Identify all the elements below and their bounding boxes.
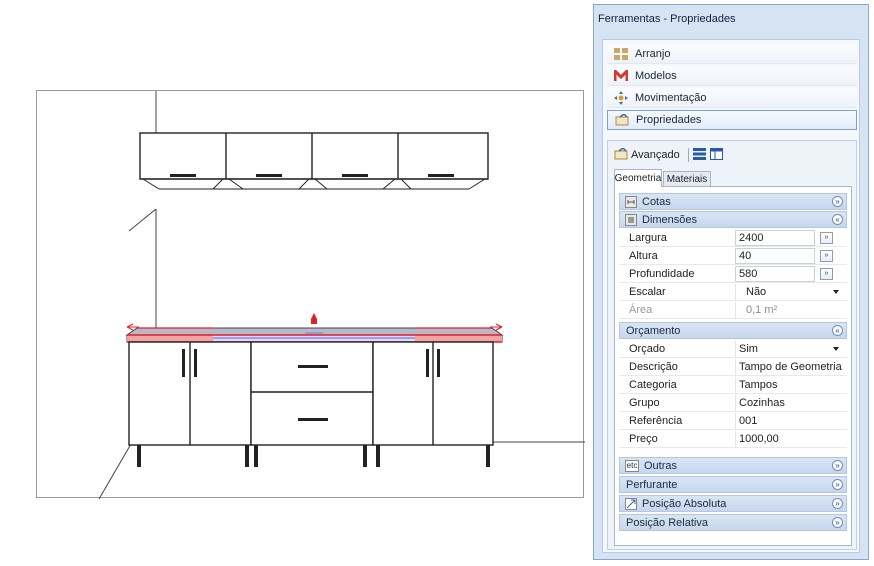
section-label-outras: Outras [644,459,678,472]
section-label-dimensoes: Dimensões [642,213,698,226]
tab-materiais[interactable]: Materiais [663,171,711,186]
prop-row-referencia: Referência 001 [619,413,847,430]
dimensoes-icon [624,213,638,226]
section-perfurante[interactable]: Perfurante » [619,476,847,493]
tab-geometria[interactable]: Geometria [614,169,662,187]
list-view-icon[interactable] [692,147,706,163]
properties-icon [614,113,630,127]
nav-item-modelos[interactable]: Modelos [607,66,857,86]
dropdown-arrow-icon[interactable] [833,290,839,294]
nav-label-propriedades: Propriedades [636,114,702,126]
properties-small-icon [614,146,628,163]
prop-label: Escalar [629,286,666,298]
countertop-selected[interactable] [125,313,504,343]
section-posicao-relativa[interactable]: Posição Relativa » [619,514,847,531]
area-value: 0,1 m² [735,302,843,318]
prop-label: Descrição [629,361,678,373]
section-orcamento[interactable]: Orçamento « [619,322,847,339]
advanced-box: Avançado Geometria Materiais Cotas » Dim… [607,140,857,550]
prop-label: Referência [629,415,683,427]
orcado-select[interactable]: Sim [735,341,843,357]
section-label-posicao-absoluta: Posição Absoluta [642,497,727,510]
prop-label: Altura [629,250,658,262]
more-button[interactable]: » [820,232,833,244]
expand-chevron-icon[interactable]: » [832,196,843,207]
floor-diagonal [98,443,132,499]
section-label-orcamento: Orçamento [626,324,681,337]
nav-label-movimentacao: Movimentação [635,91,707,104]
prop-row-preco: Preço 1000,00 [619,431,847,448]
largura-input[interactable]: 2400 [735,230,815,246]
panel-title: Ferramentas - Propriedades [598,13,736,25]
more-button[interactable]: » [820,268,833,280]
expand-chevron-icon[interactable]: » [832,460,843,471]
models-icon [613,69,629,83]
preco-field[interactable]: 1000,00 [735,431,843,447]
grupo-field[interactable]: Cozinhas [735,395,843,411]
geometry-tab-content: Cotas » Dimensões « Largura 2400 » Altur… [614,186,852,546]
section-label-perfurante: Perfurante [626,478,678,491]
move-handle-icon [311,313,317,319]
prop-row-largura: Largura 2400 » [619,230,847,247]
section-dimensoes[interactable]: Dimensões « [619,211,847,228]
escalar-value: Não [746,286,767,298]
prop-row-descricao: Descrição Tampo de Geometria [619,359,847,376]
altura-input[interactable]: 40 [735,248,815,264]
nav-label-arranjo: Arranjo [635,47,671,60]
cotas-icon [624,195,638,208]
advanced-label[interactable]: Avançado [631,149,680,161]
collapse-chevron-icon[interactable]: « [832,325,843,336]
section-label-cotas: Cotas [642,195,671,208]
table-view-icon[interactable] [709,147,723,163]
expand-chevron-icon[interactable]: » [832,517,843,528]
nav-item-arranjo[interactable]: Arranjo [607,44,857,64]
section-cotas[interactable]: Cotas » [619,193,847,210]
more-button[interactable]: » [820,250,833,262]
nav-label-modelos: Modelos [635,69,677,82]
panel-body: Arranjo Modelos Movimentação Propriedade… [602,39,860,553]
prop-label: Preço [629,433,658,445]
position-icon [624,497,638,510]
categoria-field[interactable]: Tampos [735,377,843,393]
base-cabinets[interactable] [128,341,494,467]
prop-row-orcado: Orçado Sim [619,341,847,358]
descricao-field[interactable]: Tampo de Geometria [735,359,843,375]
referencia-field[interactable]: 001 [735,413,843,429]
orcado-value: Sim [739,343,758,355]
prop-row-profundidade: Profundidade 580 » [619,266,847,283]
kitchen-scene[interactable] [37,91,585,499]
expand-chevron-icon[interactable]: » [832,479,843,490]
collapse-chevron-icon[interactable]: « [832,214,843,225]
properties-panel: Ferramentas - Propriedades Arranjo Model… [593,4,869,560]
prop-row-escalar: Escalar Não [619,284,847,301]
prop-label: Profundidade [629,268,695,280]
toolbar-separator [687,148,689,162]
nav-item-movimentacao[interactable]: Movimentação [607,88,857,108]
prop-label: Largura [629,232,667,244]
grid-icon [613,47,629,61]
viewport-3d[interactable] [36,90,585,499]
prop-label: Grupo [629,397,660,409]
prop-label: Orçado [629,343,666,355]
etc-icon: etc [624,459,640,472]
section-label-posicao-relativa: Posição Relativa [626,516,708,529]
section-posicao-absoluta[interactable]: Posição Absoluta » [619,495,847,512]
section-outras[interactable]: etc Outras » [619,457,847,474]
prop-row-categoria: Categoria Tampos [619,377,847,394]
wall-diagonal-top [128,208,157,232]
profundidade-input[interactable]: 580 [735,266,815,282]
advanced-header: Avançado [614,146,723,163]
move-icon [613,90,629,105]
expand-chevron-icon[interactable]: » [832,498,843,509]
escalar-select[interactable]: Não [735,284,843,300]
prop-row-altura: Altura 40 » [619,248,847,265]
prop-row-grupo: Grupo Cozinhas [619,395,847,412]
wall-cabinets[interactable] [139,132,489,190]
prop-label: Categoria [629,379,677,391]
prop-label: Área [629,304,653,316]
prop-row-area: Área 0,1 m² [619,302,847,319]
dropdown-arrow-icon[interactable] [833,347,839,351]
nav-item-propriedades[interactable]: Propriedades [607,110,857,130]
